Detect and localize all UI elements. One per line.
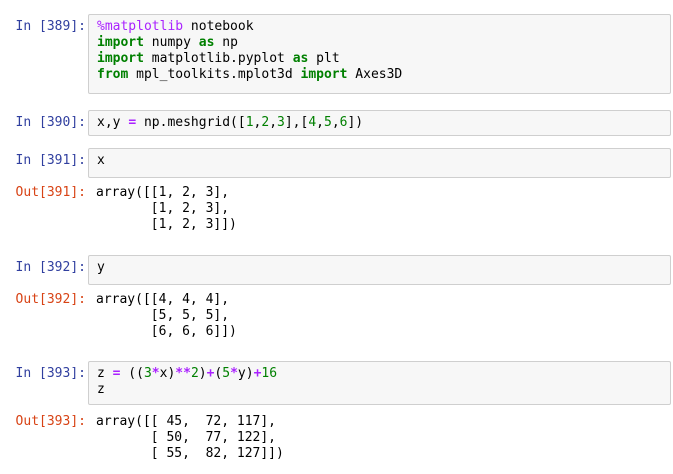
code-line: z xyxy=(97,382,662,398)
code-token: 1 xyxy=(245,115,254,130)
code-token: matplotlib.pyplot xyxy=(143,51,293,66)
code-token: mpl_toolkits.mplot3d xyxy=(128,67,301,82)
cell-output: array([[1, 2, 3], [1, 2, 3], [1, 2, 3]]) xyxy=(96,185,237,233)
output-prompt: Out[392]: xyxy=(15,292,86,307)
code-line: %matplotlib notebook xyxy=(97,19,662,35)
code-token: , xyxy=(331,115,340,130)
code-token: 2 xyxy=(190,366,199,381)
code-token: 5 xyxy=(324,115,332,130)
code-line: y xyxy=(97,260,662,276)
output-line: [6, 6, 6]]) xyxy=(96,324,237,339)
code-token: np.meshgrid([ xyxy=(136,115,246,130)
code-line: from mpl_toolkits.mplot3d import Axes3D xyxy=(97,67,662,83)
input-prompt: In [391]: xyxy=(15,153,86,168)
code-token: ],[ xyxy=(284,115,309,130)
code-token: ) xyxy=(198,366,207,381)
code-input-area[interactable]: x,y = np.meshgrid([1,2,3],[4,5,6]) xyxy=(88,110,671,136)
code-token: x xyxy=(97,153,105,168)
cell-output: array([[ 45, 72, 117], [ 50, 77, 122], [… xyxy=(96,414,284,462)
code-token: * xyxy=(151,366,160,381)
code-token: z xyxy=(97,366,113,381)
code-token: np xyxy=(214,35,238,50)
cell-output: array([[4, 4, 4], [5, 5, 5], [6, 6, 6]]) xyxy=(96,292,237,340)
code-token: 4 xyxy=(308,115,317,130)
output-line: array([[1, 2, 3], xyxy=(96,185,230,200)
code-token: notebook xyxy=(183,19,254,34)
code-line: import matplotlib.pyplot as plt xyxy=(97,51,662,67)
output-prompt: Out[393]: xyxy=(15,414,86,429)
code-input-area[interactable]: z = ((3*x)**2)+(5*y)+16 z xyxy=(88,361,671,405)
code-token: y xyxy=(97,260,105,275)
code-token: import xyxy=(97,35,144,50)
input-prompt: In [389]: xyxy=(15,19,86,34)
code-token: 3 xyxy=(143,366,152,381)
output-line: [ 55, 82, 127]]) xyxy=(96,446,284,461)
code-token: , xyxy=(316,115,324,130)
code-token: , xyxy=(269,115,278,130)
input-prompt: In [393]: xyxy=(15,366,86,381)
code-input-area[interactable]: %matplotlib notebook import numpy as np im… xyxy=(88,14,671,94)
output-line: [ 50, 77, 122], xyxy=(96,430,277,445)
code-token: from xyxy=(97,67,129,82)
code-token: as xyxy=(198,35,215,50)
code-input-area[interactable]: y xyxy=(88,255,671,285)
input-prompt: In [390]: xyxy=(15,115,86,130)
code-token: x,y xyxy=(97,115,129,130)
output-line: [1, 2, 3], xyxy=(96,201,230,216)
code-token: (( xyxy=(120,366,144,381)
code-token: 5 xyxy=(222,366,231,381)
code-token: ** xyxy=(175,366,191,381)
output-line: [1, 2, 3]]) xyxy=(96,217,237,232)
code-token: = xyxy=(128,115,137,130)
output-line: array([[4, 4, 4], xyxy=(96,292,230,307)
code-line: x,y = np.meshgrid([1,2,3],[4,5,6]) xyxy=(97,115,662,131)
code-token: import xyxy=(97,51,144,66)
code-token: x) xyxy=(159,366,176,381)
code-token: import xyxy=(300,67,348,82)
code-line: import numpy as np xyxy=(97,35,662,51)
code-input-area[interactable]: x xyxy=(88,148,671,178)
input-prompt: In [392]: xyxy=(15,260,86,275)
code-token: as xyxy=(292,51,309,66)
output-prompt: Out[391]: xyxy=(15,185,86,200)
code-token: z xyxy=(97,382,105,397)
code-token: y) xyxy=(237,366,254,381)
code-token: plt xyxy=(308,51,340,66)
output-line: [5, 5, 5], xyxy=(96,308,230,323)
output-line: array([[ 45, 72, 117], xyxy=(96,414,277,429)
code-line: z = ((3*x)**2)+(5*y)+16 xyxy=(97,366,662,382)
code-token: 16 xyxy=(261,366,278,381)
code-token: numpy xyxy=(143,35,199,50)
code-token: ]) xyxy=(347,115,364,130)
code-line: x xyxy=(97,153,662,169)
code-token: * xyxy=(230,366,238,381)
code-token: Axes3D xyxy=(347,67,403,82)
code-token: 3 xyxy=(277,115,285,130)
code-token: %matplotlib xyxy=(97,19,184,34)
